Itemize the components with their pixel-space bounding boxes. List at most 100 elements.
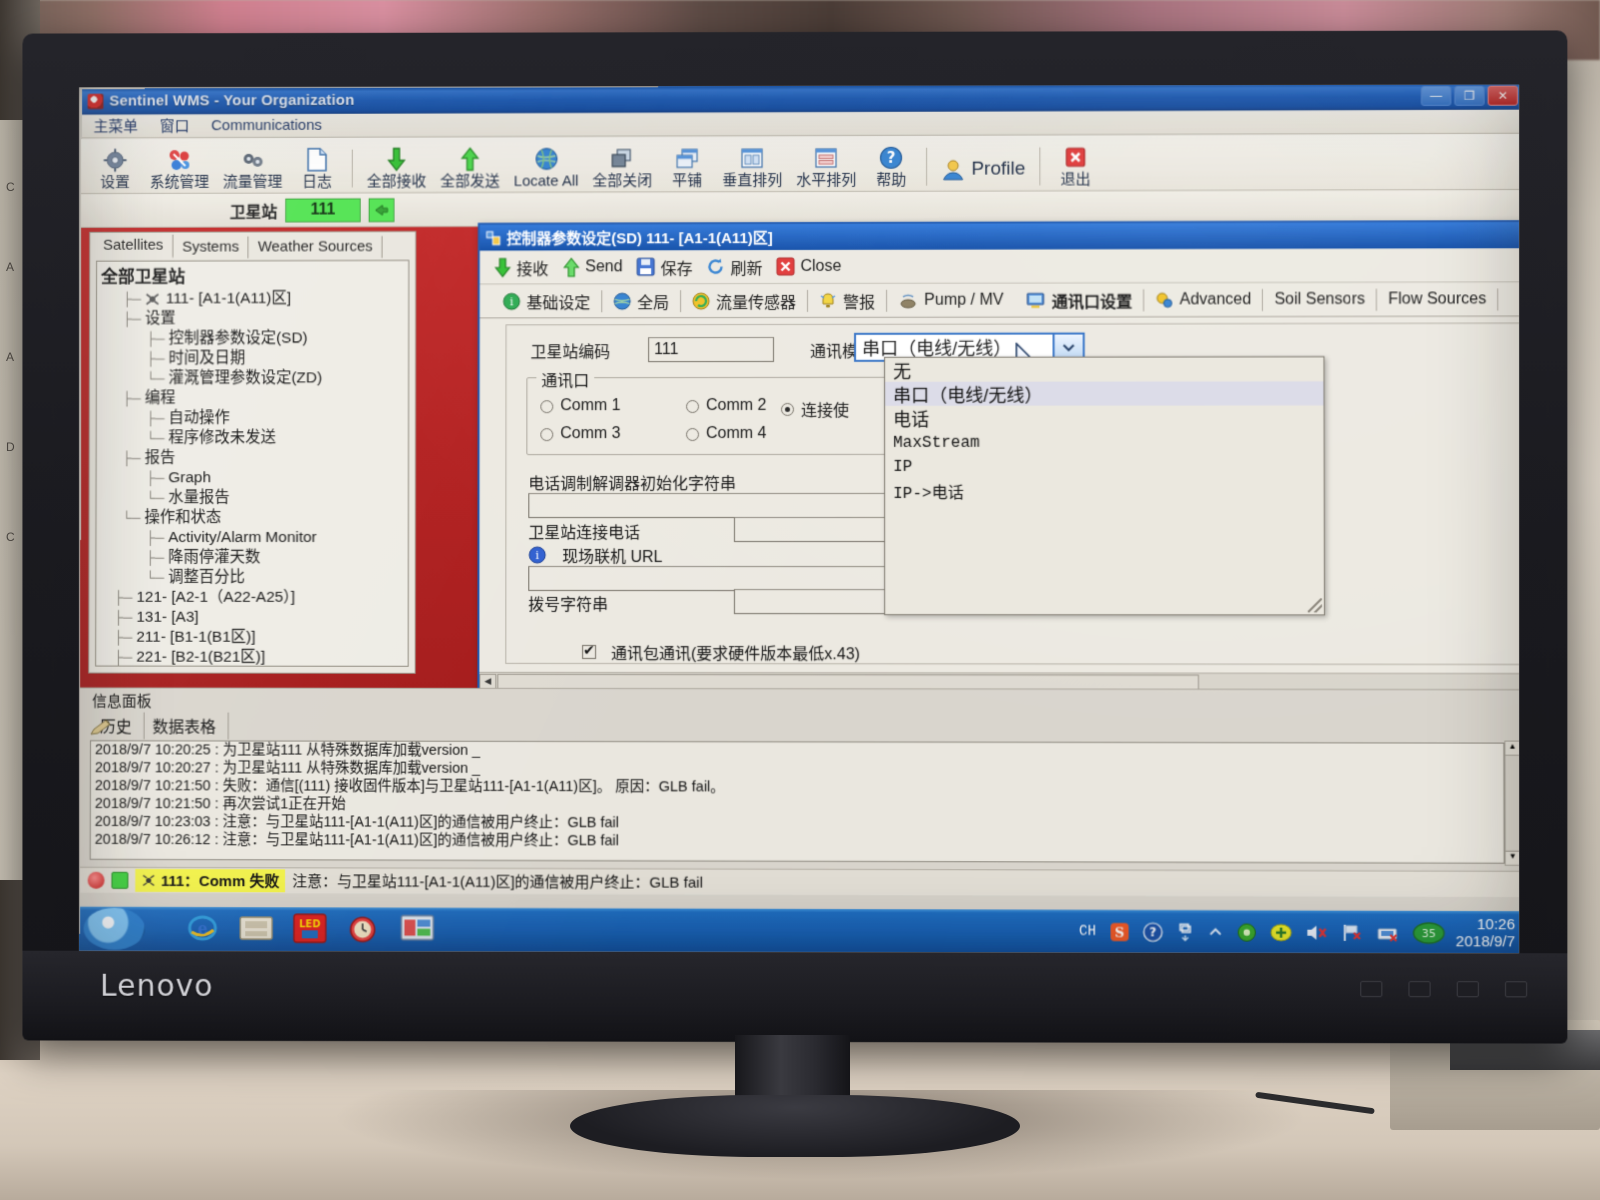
dropdown-option-none[interactable]: 无 — [885, 357, 1323, 382]
plus-icon[interactable] — [1270, 922, 1292, 942]
tree-item-131[interactable]: ├─ 131- [A3] — [100, 608, 404, 628]
station-code-input[interactable]: 111 — [648, 336, 775, 363]
tree-item-adjust-percent[interactable]: └─ 调整百分比 — [100, 568, 404, 588]
battery-percent-icon[interactable]: 35 — [1411, 922, 1445, 944]
tab-satellites[interactable]: Satellites — [94, 234, 174, 259]
tree-item-water-report[interactable]: └─ 水量报告 — [100, 488, 404, 508]
tree-item-program-not-sent[interactable]: └─ 程序修改未发送 — [101, 428, 404, 448]
toolbar-receive-all[interactable]: 全部接收 — [360, 147, 434, 191]
tree-item-controller-params[interactable]: ├─ 控制器参数设定(SD) — [101, 329, 404, 349]
dialog-refresh-button[interactable]: 刷新 — [706, 255, 762, 279]
tab-advanced[interactable]: Advanced — [1144, 291, 1262, 309]
radio-button[interactable] — [780, 402, 794, 416]
checkbox[interactable] — [582, 644, 597, 659]
monitor-button-2[interactable] — [1408, 981, 1431, 998]
tab-comm-port-settings[interactable]: 通讯口设置 — [1015, 288, 1144, 312]
menu-window[interactable]: 窗口 — [160, 115, 190, 136]
tree-root[interactable]: 全部卫星站 — [101, 265, 404, 290]
taskbar-window-app-icon[interactable] — [399, 913, 439, 947]
menu-main[interactable]: 主菜单 — [93, 116, 138, 137]
history-log[interactable]: 2018/9/7 10:20:25 : 为卫星站111 从特殊数据库加载vers… — [89, 740, 1505, 864]
dropdown-option-maxstream[interactable]: MaxStream — [885, 429, 1324, 453]
toolbar-close-all[interactable]: 全部关闭 — [586, 146, 660, 190]
tab-soil-sensors[interactable]: Soil Sensors — [1263, 290, 1376, 308]
taskbar-clock-app-icon[interactable] — [346, 912, 386, 946]
tree-item-111[interactable]: ├─ 111- [A1-1(A11)区] — [101, 289, 404, 310]
menu-communications[interactable]: Communications — [211, 117, 322, 134]
radio-comm3[interactable]: Comm 3 — [540, 425, 621, 443]
radio-button[interactable] — [686, 427, 700, 441]
scroll-down-button[interactable]: ▼ — [1505, 850, 1520, 865]
dialog-close-button[interactable]: Close — [776, 257, 841, 276]
tab-systems[interactable]: Systems — [173, 236, 249, 259]
comm-mode-dropdown-list[interactable]: 无 串口（电线/无线） 电话 MaxStream IP IP->电话 — [884, 356, 1326, 616]
tab-weather-sources[interactable]: Weather Sources — [248, 236, 383, 259]
tree-item-programming[interactable]: ├─ 编程 — [101, 388, 404, 408]
tree-item-211[interactable]: ├─ 211- [B1-1(B1区)] — [100, 628, 404, 648]
maximize-button[interactable]: ❐ — [1454, 85, 1485, 106]
log-vertical-scrollbar[interactable]: ▲ ▼ — [1504, 740, 1520, 866]
tab-flow-sensor[interactable]: 流量传感器 — [681, 288, 807, 312]
dropdown-option-serial[interactable]: 串口（电线/无线） — [885, 381, 1324, 406]
radio-button[interactable] — [686, 399, 700, 413]
dropdown-option-ip[interactable]: IP — [885, 454, 1324, 478]
satellite-value[interactable]: 111 — [285, 197, 361, 222]
scroll-up-button[interactable]: ▲ — [1505, 741, 1520, 756]
toolbar-tile[interactable]: 平铺 — [659, 146, 715, 190]
dropdown-option-ip-phone[interactable]: IP->电话 — [885, 478, 1324, 502]
sogou-icon[interactable]: S — [1109, 922, 1129, 942]
taskbar-clock[interactable]: 10:26 2018/9/7 — [1456, 916, 1519, 951]
dropdown-resize-grip[interactable] — [1307, 598, 1322, 613]
toolbar-settings[interactable]: 设置 — [87, 148, 142, 191]
packet-comm-checkbox-row[interactable]: 通讯包通讯(要求硬件版本最低x.43) — [582, 640, 860, 664]
toolbar-log[interactable]: 日志 — [289, 147, 345, 191]
taskbar-folder-icon[interactable] — [238, 912, 278, 946]
toolbar-system-admin[interactable]: 系统管理 — [143, 147, 216, 191]
minimize-button[interactable]: — — [1420, 85, 1452, 106]
toolbar-flow-admin[interactable]: 流量管理 — [216, 147, 289, 191]
volume-muted-icon[interactable] — [1305, 923, 1327, 943]
toolbar-tile-vertical[interactable]: 垂直排列 — [715, 145, 789, 190]
show-hidden-icon[interactable] — [1207, 925, 1223, 939]
device-icon[interactable] — [1376, 923, 1398, 943]
shield-icon[interactable] — [1236, 922, 1256, 942]
monitor-button-3[interactable] — [1456, 981, 1479, 998]
close-button[interactable]: ✕ — [1487, 85, 1518, 106]
tree-item-irrigation-params[interactable]: └─ 灌溉管理参数设定(ZD) — [101, 368, 404, 388]
tree-item-operation-status[interactable]: └─ 操作和状态 — [100, 508, 404, 528]
taskbar-internet-explorer-icon[interactable]: e — [185, 912, 225, 946]
taskbar-led-app-icon[interactable]: LED — [292, 912, 332, 946]
toolbar-exit[interactable]: 退出 — [1047, 144, 1103, 189]
radio-button[interactable] — [540, 427, 554, 441]
radio-comm4[interactable]: Comm 4 — [686, 425, 766, 443]
flag-x-icon[interactable] — [1340, 923, 1362, 943]
tab-alarm[interactable]: 警报 — [808, 288, 886, 312]
satellite-tree[interactable]: 全部卫星站 ├─ 111- [A1-1(A11)区] ├─ 设置 ├─ 控制器参数设… — [95, 259, 410, 667]
tab-basic-settings[interactable]: i 基础设定 — [492, 289, 602, 313]
monitor-button-4[interactable] — [1505, 981, 1528, 998]
start-button[interactable] — [83, 907, 146, 950]
green-left-arrow-icon[interactable] — [368, 197, 395, 222]
tree-item-221[interactable]: ├─ 221- [B2-1(B21区)] — [100, 648, 404, 667]
dialog-save-button[interactable]: 保存 — [637, 255, 693, 279]
tray-input-method[interactable]: CH — [1079, 924, 1096, 940]
tree-item-graph[interactable]: ├─ Graph — [101, 468, 404, 488]
tab-pump-mv[interactable]: Pump / MV — [887, 291, 1015, 309]
tree-item-reports[interactable]: ├─ 报告 — [101, 448, 404, 468]
dropdown-option-phone[interactable]: 电话 — [885, 405, 1324, 429]
tree-item-121[interactable]: ├─ 121- [A2-1（A22-A25）] — [100, 588, 404, 608]
tree-item-time-date[interactable]: ├─ 时间及日期 — [101, 349, 404, 369]
tree-item-settings[interactable]: ├─ 设置 — [101, 309, 404, 329]
toolbar-profile[interactable]: Profile — [934, 156, 1032, 188]
radio-connection-use[interactable]: 连接使 — [780, 397, 849, 421]
dialog-receive-button[interactable]: 接收 — [494, 255, 549, 279]
network-icon[interactable] — [1176, 922, 1194, 942]
tree-item-activity-alarm-monitor[interactable]: ├─ Activity/Alarm Monitor — [100, 528, 404, 548]
tab-global[interactable]: 全局 — [602, 289, 680, 313]
radio-comm2[interactable]: Comm 2 — [686, 397, 766, 415]
toolbar-locate-all[interactable]: Locate All — [507, 146, 586, 190]
radio-button[interactable] — [540, 399, 554, 413]
tree-item-rain-days[interactable]: ├─ 降雨停灌天数 — [100, 548, 404, 568]
dialog-send-button[interactable]: Send — [562, 257, 623, 277]
toolbar-help[interactable]: ? 帮助 — [863, 145, 919, 189]
